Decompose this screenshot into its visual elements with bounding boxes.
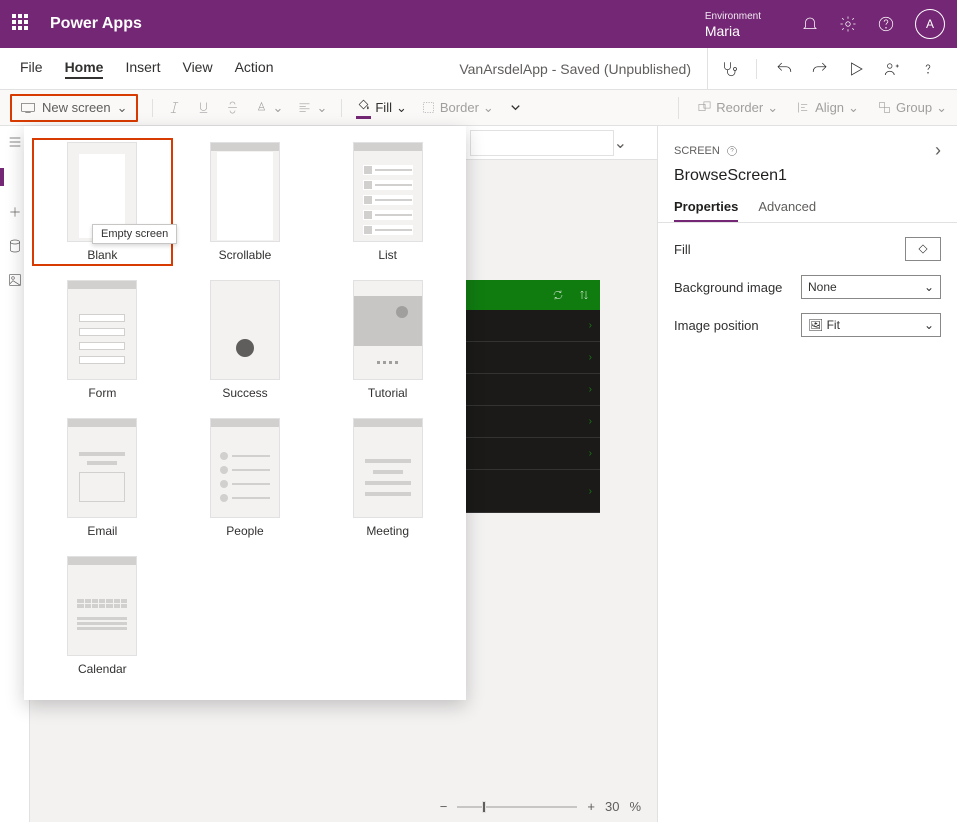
prop-pos-control[interactable]: 🖼 Fit⌄ [801, 313, 941, 337]
undo-icon[interactable] [775, 60, 793, 78]
new-screen-label: New screen [42, 100, 111, 115]
prop-fill-control[interactable] [905, 237, 941, 261]
prop-pos-label: Image position [674, 318, 759, 333]
zoom-out-icon[interactable]: − [440, 799, 448, 814]
align-objects-button[interactable]: Align⌄ [796, 100, 859, 116]
new-screen-button[interactable]: New screen ⌄ [10, 94, 138, 122]
gallery-label: Calendar [78, 662, 127, 676]
info-icon[interactable] [726, 145, 738, 157]
italic-button[interactable] [167, 100, 182, 115]
gallery-scrollable[interactable]: Scrollable [179, 142, 312, 262]
data-icon[interactable] [7, 238, 23, 254]
border-label: Border [440, 100, 479, 115]
tooltip: Empty screen [92, 224, 177, 244]
waffle-icon[interactable] [12, 14, 32, 34]
insert-icon[interactable] [7, 204, 23, 220]
gallery-list[interactable]: List [321, 142, 454, 262]
screen-label: SCREEN [674, 145, 720, 157]
app-header: Power Apps Environment Maria A [0, 0, 957, 48]
toolbar: New screen ⌄ ⌄ ⌄ Fill⌄ Border⌄ Reorder⌄ … [0, 90, 957, 126]
zoom-control[interactable]: − + 30 % [440, 799, 641, 814]
group-label: Group [896, 100, 932, 115]
gallery-tutorial[interactable]: Tutorial [321, 280, 454, 400]
help-menu-icon[interactable] [919, 60, 937, 78]
zoom-suffix: % [629, 799, 641, 814]
border-button[interactable]: Border⌄ [421, 100, 494, 116]
tab-advanced[interactable]: Advanced [758, 193, 816, 222]
gallery-label: People [226, 524, 263, 538]
new-screen-gallery: Empty screen Blank Scrollable List Form … [24, 126, 466, 700]
gallery-label: Tutorial [368, 386, 408, 400]
screen-name: BrowseScreen1 [658, 167, 957, 193]
menu-view[interactable]: View [182, 59, 212, 79]
share-icon[interactable] [883, 60, 901, 78]
prop-fill-label: Fill [674, 242, 691, 257]
avatar[interactable]: A [915, 9, 945, 39]
stethoscope-icon[interactable] [720, 60, 738, 78]
env-name: Maria [705, 24, 761, 38]
formula-input[interactable] [470, 130, 614, 156]
bell-icon[interactable] [801, 15, 819, 33]
app-status: VanArsdelApp - Saved (Unpublished) [274, 61, 708, 77]
media-icon[interactable] [7, 272, 23, 288]
redo-icon[interactable] [811, 60, 829, 78]
menu-bar: File Home Insert View Action VanArsdelAp… [0, 48, 957, 90]
group-button[interactable]: Group⌄ [877, 100, 947, 116]
gear-icon[interactable] [839, 15, 857, 33]
reorder-label: Reorder [716, 100, 763, 115]
menu-insert[interactable]: Insert [125, 59, 160, 79]
gallery-form[interactable]: Form [36, 280, 169, 400]
environment-picker[interactable]: Environment Maria [697, 10, 761, 38]
gallery-label: Form [88, 386, 116, 400]
prop-bg-label: Background image [674, 280, 782, 295]
gallery-label: Blank [87, 248, 117, 262]
gallery-people[interactable]: People [179, 418, 312, 538]
strikethrough-button[interactable] [225, 100, 240, 115]
zoom-value: 30 [605, 799, 619, 814]
tree-icon[interactable] [7, 134, 23, 150]
zoom-in-icon[interactable]: + [587, 799, 595, 814]
play-icon[interactable] [847, 60, 865, 78]
font-color-button[interactable]: ⌄ [254, 100, 284, 116]
gallery-label: Meeting [366, 524, 409, 538]
gallery-meeting[interactable]: Meeting [321, 418, 454, 538]
menu-action[interactable]: Action [235, 59, 274, 79]
env-label: Environment [705, 10, 761, 24]
tab-properties[interactable]: Properties [674, 193, 738, 222]
align-label: Align [815, 100, 844, 115]
gallery-blank[interactable]: Empty screen Blank [36, 142, 169, 262]
fill-button[interactable]: Fill⌄ [356, 97, 407, 119]
help-icon[interactable] [877, 15, 895, 33]
menu-file[interactable]: File [20, 59, 43, 79]
gallery-label: Success [222, 386, 267, 400]
rail-indicator [0, 168, 4, 186]
gallery-label: Scrollable [219, 248, 272, 262]
prop-bg-control[interactable]: None⌄ [801, 275, 941, 299]
properties-panel: SCREEN › BrowseScreen1 Properties Advanc… [657, 126, 957, 822]
fill-label: Fill [375, 100, 392, 115]
gallery-email[interactable]: Email [36, 418, 169, 538]
gallery-calendar[interactable]: Calendar [36, 556, 169, 676]
app-title: Power Apps [50, 15, 142, 33]
align-button[interactable]: ⌄ [297, 100, 327, 116]
gallery-label: Email [87, 524, 117, 538]
panel-collapse-icon[interactable]: › [935, 140, 941, 161]
formula-expand-icon[interactable]: ⌄ [614, 133, 627, 153]
chevron-down-icon: ⌄ [117, 100, 128, 116]
underline-button[interactable] [196, 100, 211, 115]
zoom-slider[interactable] [457, 806, 577, 808]
sort-icon[interactable] [578, 289, 590, 301]
gallery-success[interactable]: Success [179, 280, 312, 400]
more-button[interactable] [508, 100, 523, 115]
menu-home[interactable]: Home [65, 59, 104, 79]
refresh-icon[interactable] [552, 289, 564, 301]
reorder-button[interactable]: Reorder⌄ [697, 100, 778, 116]
gallery-label: List [378, 248, 397, 262]
